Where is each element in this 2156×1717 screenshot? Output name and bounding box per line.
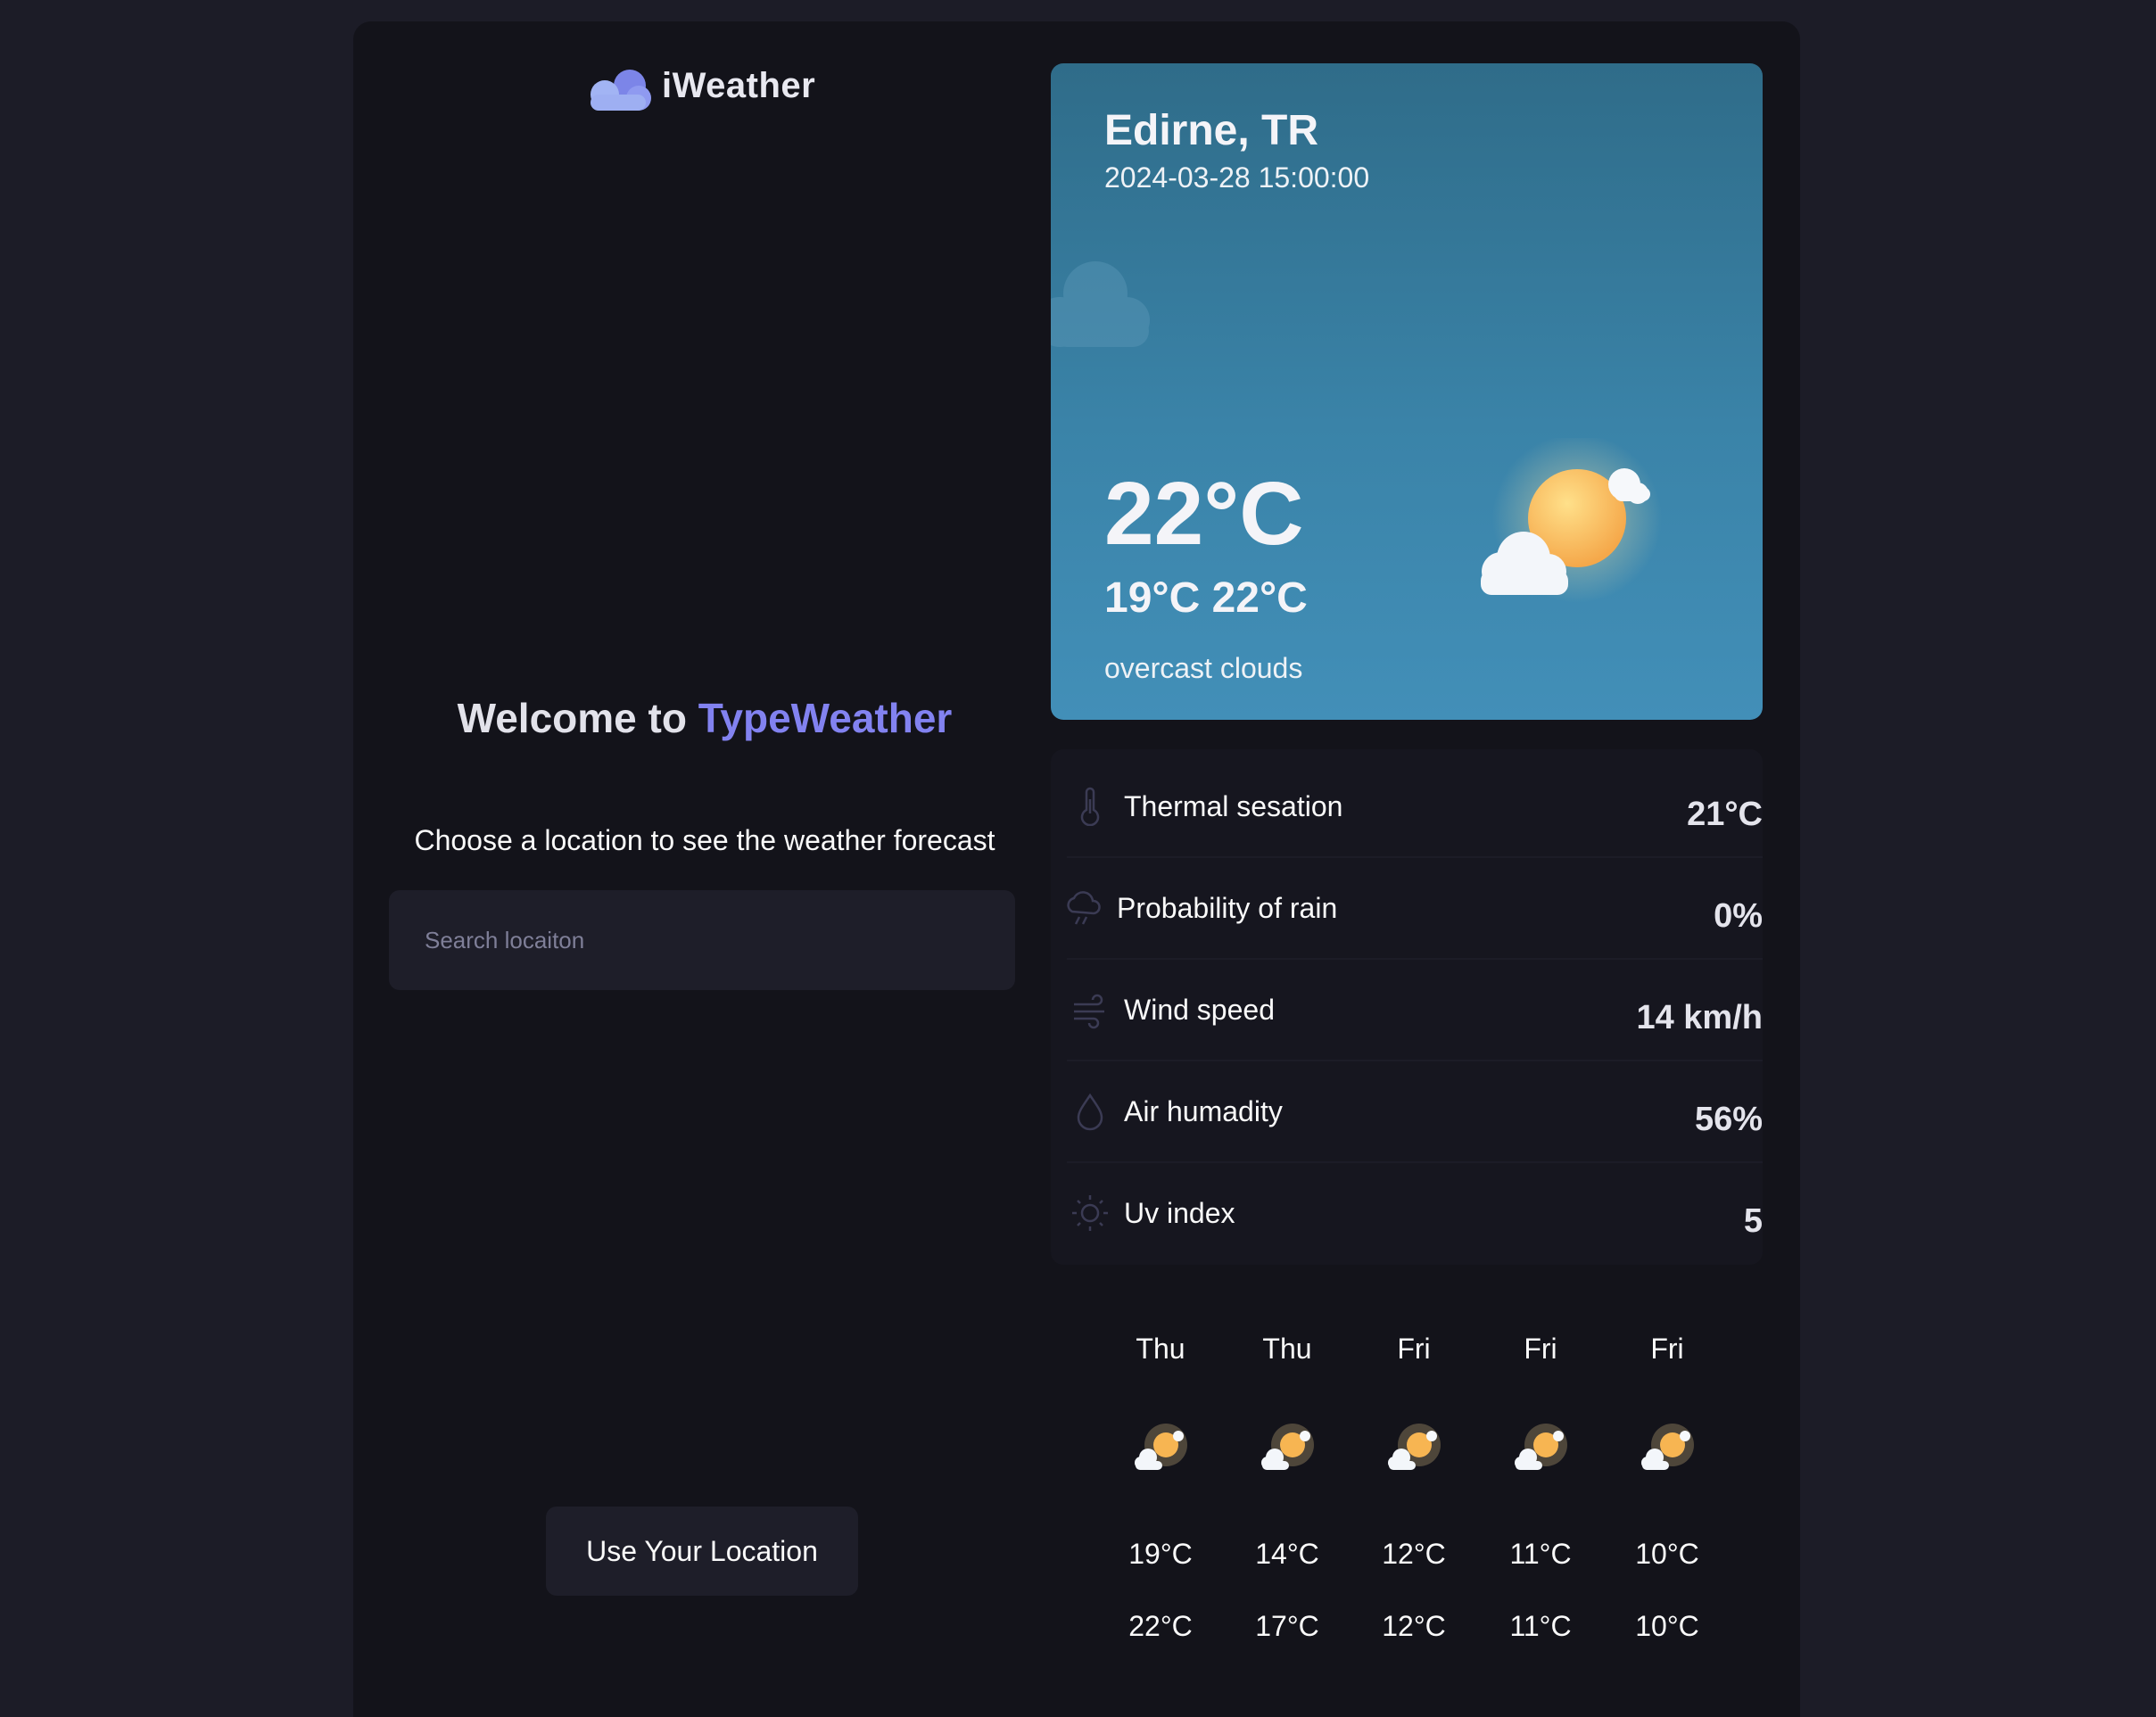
detail-label: Air humadity bbox=[1124, 1095, 1283, 1127]
sun-cloud-icon bbox=[1641, 1424, 1694, 1470]
detail-label: Thermal sesation bbox=[1124, 790, 1343, 822]
subtitle: Choose a location to see the weather for… bbox=[414, 824, 995, 856]
forecast-day-name: Fri bbox=[1650, 1333, 1684, 1365]
detail-value: 5 bbox=[1743, 1202, 1763, 1240]
weather-details: Thermal sesation 21°C Probability of rai… bbox=[1051, 749, 1763, 1265]
forecast-day: Thu 19°C 22°C bbox=[1097, 1333, 1224, 1643]
temperature-range: 19°C 22°C bbox=[1104, 574, 1308, 622]
forecast-day: Fri 11°C 11°C bbox=[1477, 1333, 1604, 1643]
use-location-button[interactable]: Use Your Location bbox=[546, 1507, 858, 1596]
cloud-logo-icon bbox=[591, 70, 651, 111]
forecast-max: 12°C bbox=[1382, 1538, 1446, 1570]
detail-label: Probability of rain bbox=[1117, 892, 1338, 924]
forecast-day-name: Thu bbox=[1262, 1333, 1312, 1365]
welcome-accent: TypeWeather bbox=[698, 695, 953, 741]
forecast-min: 17°C bbox=[1255, 1610, 1319, 1642]
brand-name: iWeather bbox=[662, 65, 816, 105]
detail-value: 0% bbox=[1714, 897, 1763, 935]
sun-cloud-icon bbox=[1515, 1424, 1567, 1470]
date-time: 2024-03-28 15:00:00 bbox=[1104, 161, 1370, 194]
thermometer-icon bbox=[1080, 787, 1100, 826]
detail-label: Wind speed bbox=[1124, 994, 1275, 1026]
sun-cloud-icon bbox=[1388, 1424, 1441, 1470]
wind-icon bbox=[1074, 994, 1104, 1029]
sun-cloud-icon bbox=[1481, 438, 1662, 603]
search-input[interactable] bbox=[389, 890, 1015, 990]
forecast-min: 11°C bbox=[1509, 1610, 1572, 1642]
welcome-prefix: Welcome to bbox=[457, 695, 698, 741]
forecast-day-name: Fri bbox=[1397, 1333, 1431, 1365]
detail-wind-speed: Wind speed 14 km/h bbox=[1067, 960, 1763, 1061]
detail-air-humidity: Air humadity 56% bbox=[1067, 1061, 1763, 1163]
detail-value: 14 km/h bbox=[1636, 999, 1763, 1036]
forecast-day: Fri 10°C 10°C bbox=[1604, 1333, 1731, 1643]
forecast-max: 14°C bbox=[1255, 1538, 1319, 1570]
forecast-max: 19°C bbox=[1128, 1538, 1193, 1570]
detail-label: Uv index bbox=[1124, 1197, 1235, 1229]
drop-icon bbox=[1077, 1093, 1103, 1131]
detail-value: 21°C bbox=[1687, 796, 1763, 833]
forecast-max: 10°C bbox=[1635, 1538, 1699, 1570]
current-temperature: 22°C bbox=[1104, 464, 1304, 564]
forecast-day-name: Fri bbox=[1524, 1333, 1557, 1365]
welcome-heading: Welcome to TypeWeather bbox=[353, 694, 1056, 742]
detail-thermal-sensation: Thermal sesation 21°C bbox=[1067, 756, 1763, 858]
brand-logo: iWeather bbox=[585, 59, 815, 112]
current-weather-card: Edirne, TR 2024-03-28 15:00:00 22°C 19°C… bbox=[1051, 63, 1763, 720]
background-cloud-icon bbox=[1051, 261, 1150, 347]
sun-icon bbox=[1072, 1195, 1108, 1231]
forecast-min: 22°C bbox=[1128, 1610, 1193, 1642]
sun-cloud-icon bbox=[1135, 1424, 1187, 1470]
forecast-min: 10°C bbox=[1635, 1610, 1699, 1642]
forecast-list: Thu 19°C 22°C Thu 14°C 17°C Fri 12°C 12°… bbox=[1097, 1333, 1739, 1689]
detail-value: 56% bbox=[1694, 1101, 1763, 1138]
sun-cloud-icon bbox=[1261, 1424, 1314, 1470]
detail-uv-index: Uv index 5 bbox=[1067, 1163, 1763, 1263]
forecast-day: Thu 14°C 17°C bbox=[1224, 1333, 1351, 1643]
weather-description: overcast clouds bbox=[1104, 652, 1303, 684]
city-name: Edirne, TR bbox=[1104, 107, 1319, 154]
detail-rain-probability: Probability of rain 0% bbox=[1067, 858, 1763, 960]
rain-cloud-icon bbox=[1067, 891, 1101, 925]
forecast-max: 11°C bbox=[1509, 1538, 1572, 1570]
forecast-day-name: Thu bbox=[1136, 1333, 1185, 1365]
app-window: iWeather Welcome to TypeWeather Choose a… bbox=[353, 21, 1800, 1717]
forecast-day: Fri 12°C 12°C bbox=[1351, 1333, 1477, 1643]
forecast-min: 12°C bbox=[1382, 1610, 1446, 1642]
